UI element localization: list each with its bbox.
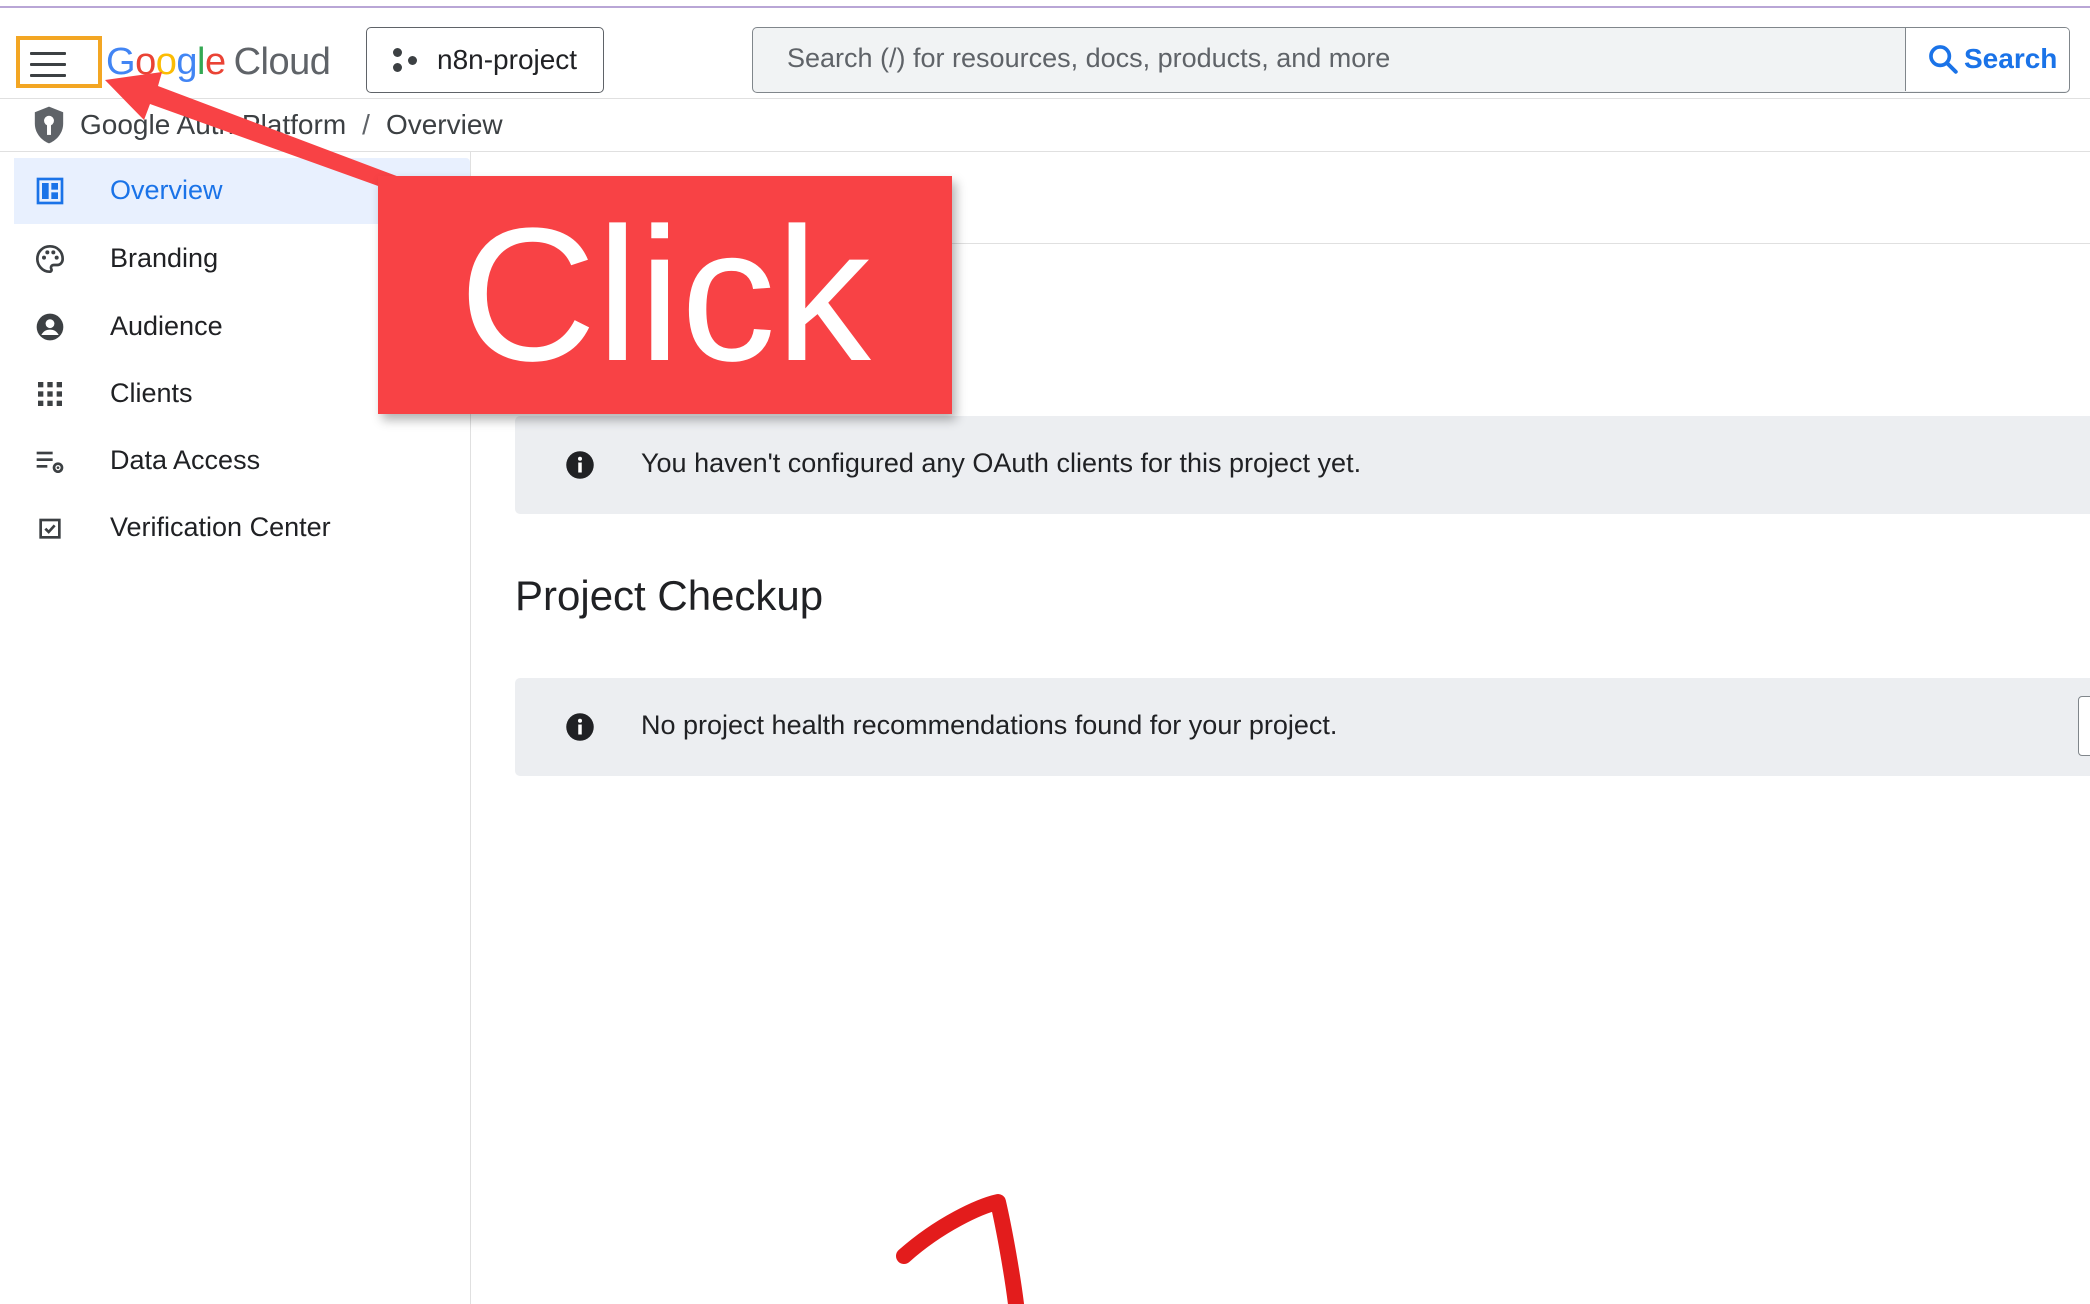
click-annotation-banner: Click bbox=[378, 176, 952, 414]
click-annotation-text: Click bbox=[459, 189, 871, 401]
red-scribble-annotation bbox=[896, 1194, 1024, 1304]
annotation-arrow bbox=[105, 72, 402, 192]
